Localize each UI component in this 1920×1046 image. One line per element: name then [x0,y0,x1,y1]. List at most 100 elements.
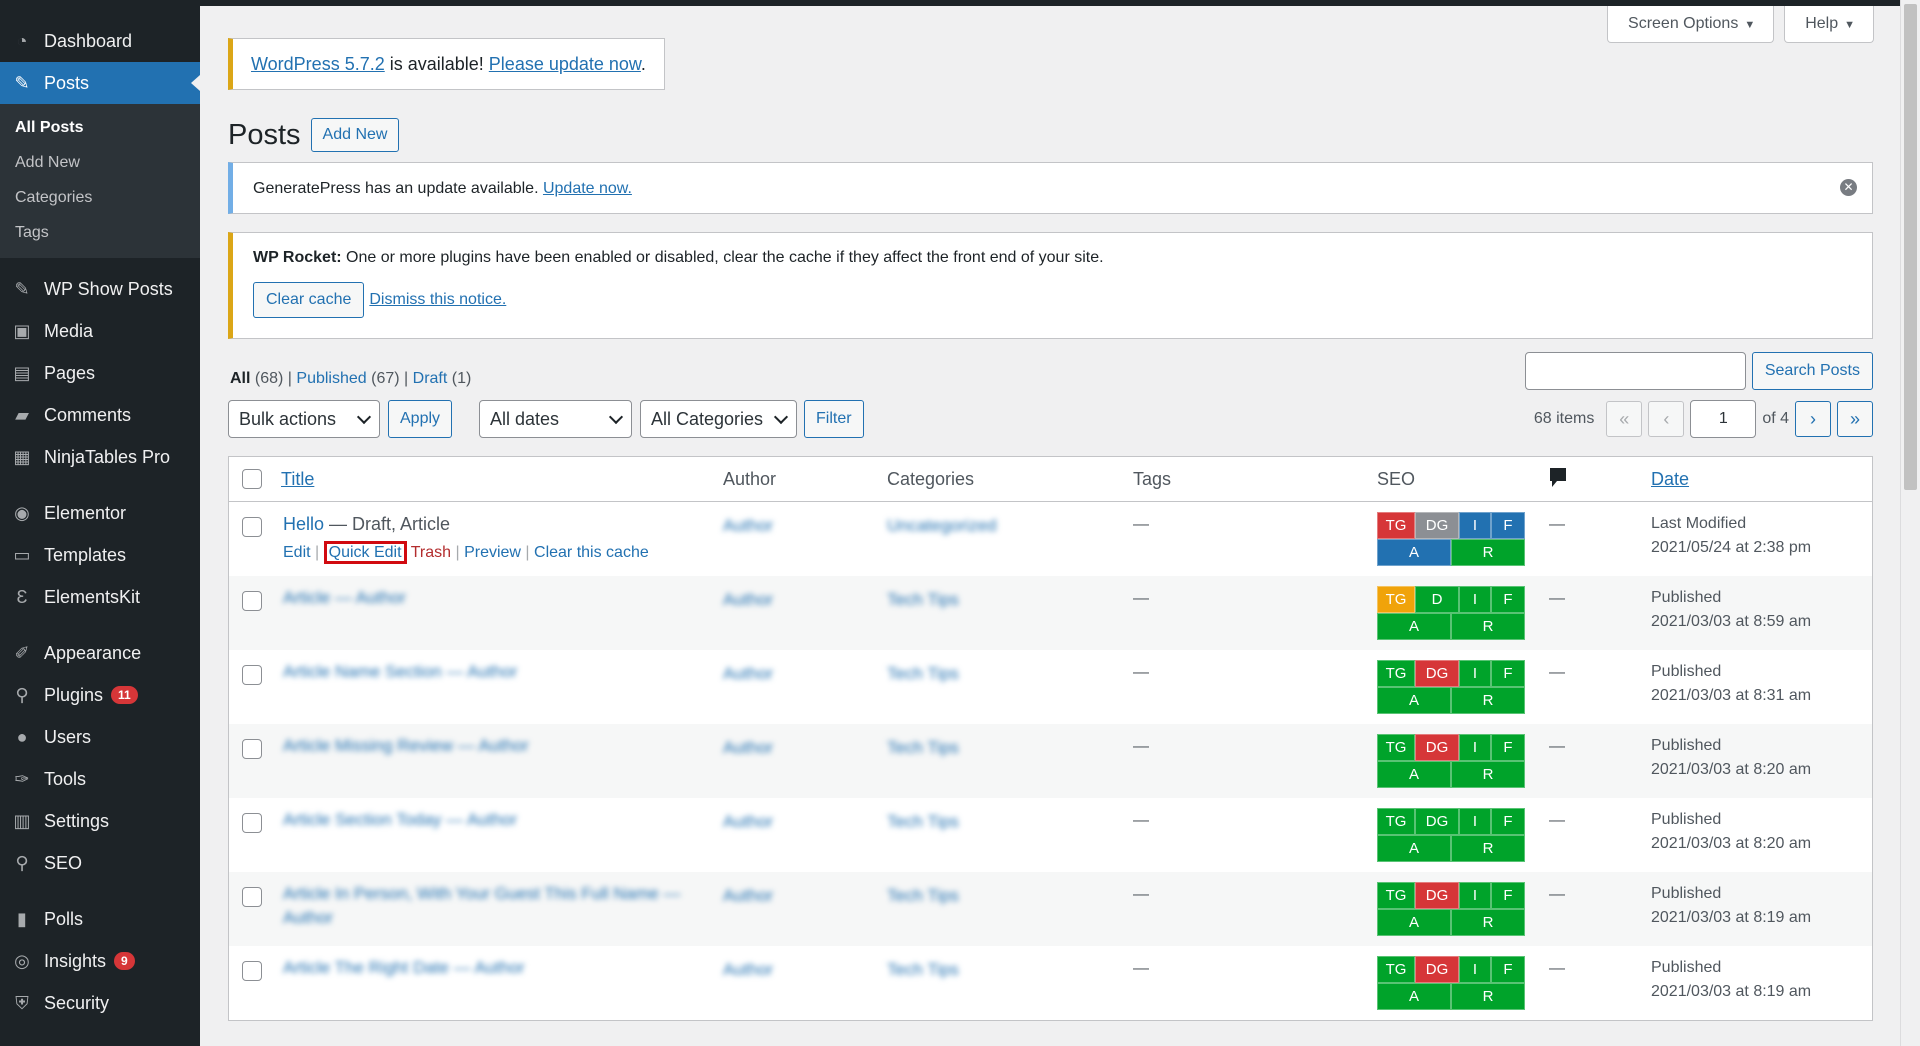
seo-dg-cell: DG [1415,882,1459,909]
category-link[interactable]: Tech Tips [887,960,959,980]
page-scrollbar[interactable] [1900,0,1920,1046]
view-all[interactable]: All (68) [230,370,283,387]
author-link[interactable]: Author [723,960,773,980]
wordpress-version-link[interactable]: WordPress 5.7.2 [251,54,385,74]
submenu-item-add-new[interactable]: Add New [0,145,200,180]
dates-filter-select[interactable]: All dates [479,400,632,438]
author-link[interactable]: Author [723,812,773,832]
post-title-link[interactable]: Article Missing Review — Author [283,736,529,756]
scrollbar-thumb[interactable] [1904,4,1917,490]
chevron-down-icon [773,409,789,425]
menu-separator [0,618,200,632]
row-checkbox[interactable] [242,665,262,685]
page-header: Posts Add New [228,118,400,152]
sidebar-item-posts[interactable]: ✎ Posts [0,62,200,104]
tags-value: — [1133,960,1149,977]
seo-dg-cell: DG [1415,660,1459,687]
quick-edit-action[interactable]: Quick Edit [323,541,407,564]
author-link[interactable]: Author [723,516,773,536]
sidebar-item-comments[interactable]: ▰ Comments [0,394,200,436]
view-published[interactable]: Published (67) [296,370,399,387]
dismiss-notice-icon[interactable]: ✕ [1840,179,1857,196]
category-link[interactable]: Uncategorized [887,516,997,536]
categories-filter-select[interactable]: All Categories [640,400,797,438]
sidebar-item-appearance[interactable]: ✐ Appearance [0,632,200,674]
update-now-link[interactable]: Update now. [543,180,632,197]
filter-button[interactable]: Filter [804,400,864,438]
sidebar-item-polls[interactable]: ▮ Polls [0,898,200,940]
sidebar-item-elementor[interactable]: ◉ Elementor [0,492,200,534]
search-posts-button[interactable]: Search Posts [1751,352,1873,390]
brush-icon: ✐ [14,642,30,663]
screen-options-button[interactable]: Screen Options ▼ [1607,6,1775,43]
table-row: Article Section Today — Author Author Tech… [229,798,1872,872]
author-link[interactable]: Author [723,738,773,758]
row-checkbox[interactable] [242,887,262,907]
clear-cache-button[interactable]: Clear cache [253,282,365,318]
date-column-header[interactable]: Date [1651,469,1689,490]
sidebar-item-plugins[interactable]: ⚲ Plugins 11 [0,674,200,716]
author-link[interactable]: Author [723,590,773,610]
sidebar-item-pages[interactable]: ▤ Pages [0,352,200,394]
sidebar-item-templates[interactable]: ▭ Templates [0,534,200,576]
post-title-link[interactable]: Article In Person, With Your Guest This … [283,884,680,904]
tags-value: — [1133,516,1149,533]
post-title-link[interactable]: Hello [283,514,324,534]
last-page-button[interactable]: » [1837,401,1873,437]
submenu-item-tags[interactable]: Tags [0,215,200,250]
clear-cache-action[interactable]: Clear this cache [534,544,649,561]
sidebar-item-media[interactable]: ▣ Media [0,310,200,352]
category-link[interactable]: Tech Tips [887,590,959,610]
edit-action[interactable]: Edit [283,544,311,561]
help-button[interactable]: Help ▼ [1784,6,1874,43]
post-title-link[interactable]: Article The Right Date — Author [283,958,525,978]
current-page-input[interactable]: 1 [1690,400,1757,438]
category-link[interactable]: Tech Tips [887,738,959,758]
sidebar-item-seo[interactable]: ⚲ SEO [0,842,200,884]
separator: | [399,370,413,387]
seo-i-cell: I [1459,512,1491,539]
sidebar-item-users[interactable]: ● Users [0,716,200,758]
post-title-link[interactable]: Article — Author [283,588,406,608]
table-header: Title Author Categories Tags SEO Date [229,457,1872,502]
dismiss-notice-link[interactable]: Dismiss this notice. [369,291,506,309]
sidebar-item-settings[interactable]: ▥ Settings [0,800,200,842]
submenu-item-categories[interactable]: Categories [0,180,200,215]
category-link[interactable]: Tech Tips [887,886,959,906]
date-value: 2021/03/03 at 8:20 am [1651,761,1812,778]
comments-value: — [1549,516,1565,533]
author-link[interactable]: Author [723,664,773,684]
view-draft[interactable]: Draft (1) [413,370,472,387]
category-link[interactable]: Tech Tips [887,664,959,684]
apply-button[interactable]: Apply [388,400,453,438]
category-link[interactable]: Tech Tips [887,812,959,832]
row-checkbox[interactable] [242,813,262,833]
posts-submenu: All Posts Add New Categories Tags [0,104,200,258]
trash-action[interactable]: Trash [411,544,451,561]
search-input[interactable] [1524,352,1746,390]
sidebar-item-dashboard[interactable]: ◔ Dashboard [0,20,200,62]
author-link[interactable]: Author [723,886,773,906]
update-now-link[interactable]: Please update now [489,54,641,74]
post-title-link-line2[interactable]: Author [283,908,333,928]
sidebar-item-elementskit[interactable]: Ɛ ElementsKit [0,576,200,618]
bulk-actions-select[interactable]: Bulk actions [228,400,380,438]
next-page-button[interactable]: › [1795,401,1831,437]
sidebar-item-wp-show-posts[interactable]: ✎ WP Show Posts [0,268,200,310]
sidebar-item-tools[interactable]: ✑ Tools [0,758,200,800]
sidebar-item-security[interactable]: ⛨ Security [0,982,200,1024]
row-checkbox[interactable] [242,961,262,981]
submenu-item-all-posts[interactable]: All Posts [0,110,200,145]
row-checkbox[interactable] [242,739,262,759]
chart-bar-icon: ▮ [17,908,27,929]
row-checkbox[interactable] [242,591,262,611]
sidebar-item-insights[interactable]: ◎ Insights 9 [0,940,200,982]
sidebar-item-ninjatables-pro[interactable]: ▦ NinjaTables Pro [0,436,200,478]
select-all-checkbox[interactable] [242,469,262,489]
preview-action[interactable]: Preview [464,544,521,561]
post-title-link[interactable]: Article Section Today — Author [283,810,517,830]
add-new-button[interactable]: Add New [310,118,400,152]
row-checkbox[interactable] [242,517,262,537]
title-column-header[interactable]: Title [281,469,314,490]
post-title-link[interactable]: Article Name Section — Author [283,662,517,682]
